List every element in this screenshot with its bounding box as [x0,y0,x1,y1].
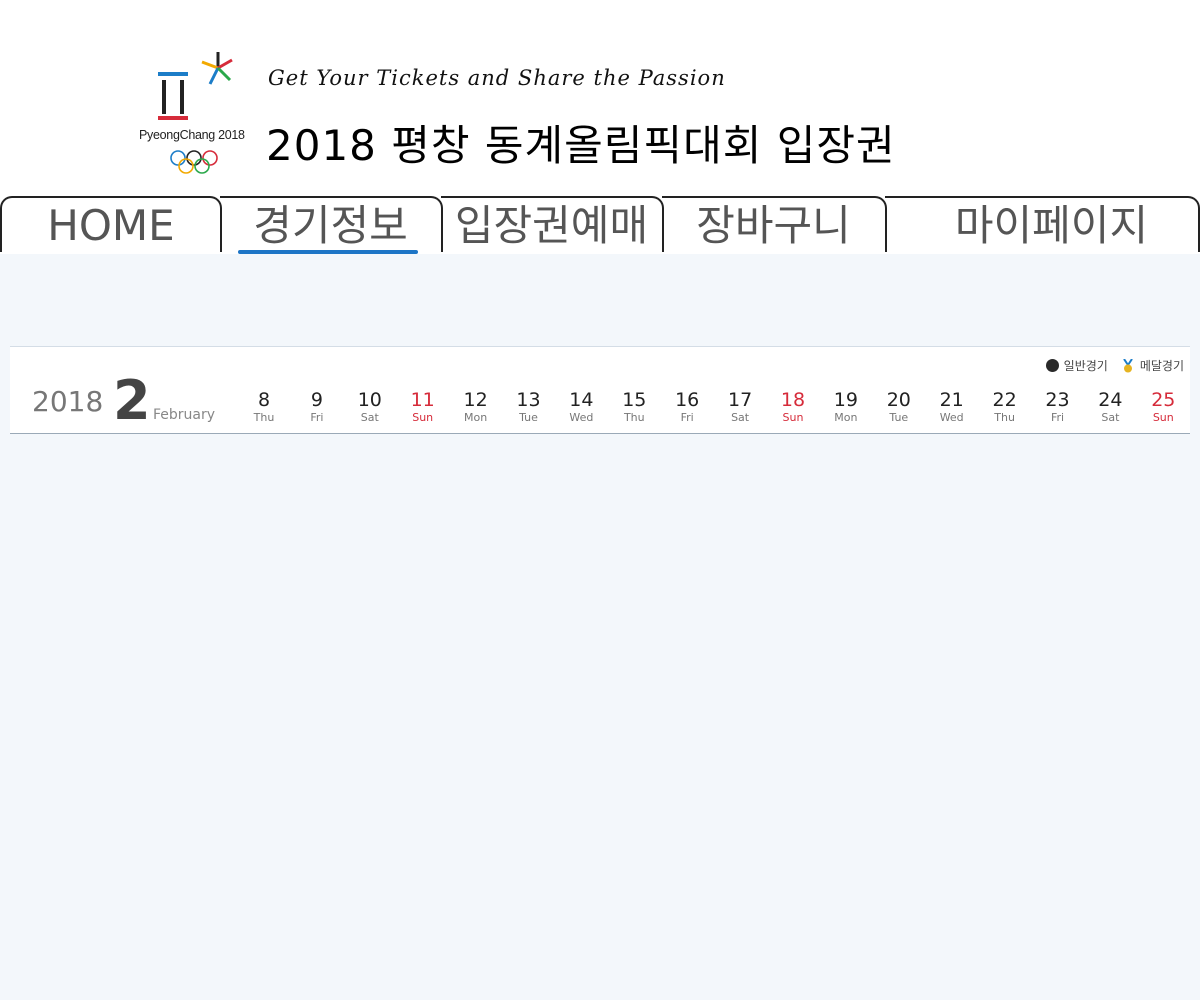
calendar-day-number: 15 [622,389,647,411]
main-nav: HOME 경기정보 입장권예매 장바구니 마이페이지 [0,196,1200,254]
calendar-day-weekday: Wed [939,411,964,424]
calendar-legend: 일반경기 메달경기 [1045,357,1184,374]
tab-mypage[interactable]: 마이페이지 [885,196,1200,252]
calendar-day[interactable]: 19 Mon [823,389,869,424]
calendar-day-weekday: Fri [680,411,694,424]
calendar-day-weekday: Fri [310,411,324,424]
calendar-day-weekday: Mon [463,411,488,424]
calendar-day-number: 17 [728,389,753,411]
calendar-day[interactable]: 21 Wed [929,389,975,424]
pyeongchang-logo[interactable] [136,46,260,182]
calendar-day-weekday: Thu [253,411,275,424]
schedule-calendar: 일반경기 메달경기 2018 2 February 8 Thu 9 Fri 10 Sat 11… [10,346,1190,434]
calendar-day-weekday: Mon [834,411,858,424]
calendar-month-number: 2 [113,369,151,432]
calendar-day-number: 19 [833,389,858,411]
tab-mypage-label: 마이페이지 [954,201,1149,250]
calendar-day-number: 14 [569,389,594,411]
tab-game-info[interactable]: 경기정보 [220,196,443,252]
calendar-day-number: 9 [310,389,323,411]
tab-cart-label: 장바구니 [696,201,851,250]
calendar-day[interactable]: 13 Tue [506,389,552,424]
calendar-day[interactable]: 17 Sat [717,389,763,424]
calendar-day-number: 11 [410,389,435,411]
calendar-day-number: 24 [1098,389,1123,411]
tab-ticket-booking[interactable]: 입장권예매 [441,196,664,252]
tab-cart[interactable]: 장바구니 [662,196,887,252]
calendar-day-weekday: Sat [1101,411,1120,424]
calendar-day[interactable]: 24 Sat [1087,389,1133,424]
legend-medal-label: 메달경기 [1139,359,1184,373]
medal-icon [1122,357,1134,373]
calendar-day-number: 21 [939,389,964,411]
calendar-day-weekday: Tue [519,411,538,424]
calendar-day-number: 10 [357,389,382,411]
general-event-dot-icon [1045,359,1059,372]
calendar-day[interactable]: 15 Thu [611,389,657,424]
calendar-day-weekday: Sun [412,411,434,424]
calendar-day-weekday: Thu [994,411,1015,424]
calendar-day[interactable]: 23 Fri [1035,389,1081,424]
calendar-day-number: 13 [516,389,541,411]
calendar-month-name: February [153,407,216,423]
tagline: Get Your Tickets and Share the Passion [268,66,726,90]
tab-game-info-label: 경기정보 [253,201,408,250]
calendar-day-number: 20 [886,389,911,411]
calendar-day-weekday: Thu [623,411,645,424]
calendar-day[interactable]: 14 Wed [558,389,604,424]
calendar-day-number: 16 [675,389,700,411]
calendar-day-weekday: Sun [782,411,804,424]
calendar-day[interactable]: 12 Mon [453,389,499,424]
calendar-day-number: 8 [257,389,271,411]
logo-text: PyeongChang 2018 [139,128,245,142]
calendar-day-number: 18 [780,389,806,411]
tab-home[interactable]: HOME [0,196,222,252]
calendar-day[interactable]: 25 Sun [1140,389,1186,424]
site-title: 2018 평창 동계올림픽대회 입장권 [266,121,896,170]
active-tab-indicator [238,250,418,254]
calendar-day-number: 22 [992,389,1017,411]
legend-general-label: 일반경기 [1063,359,1108,373]
calendar-day[interactable]: 16 Fri [664,389,710,424]
calendar-day-weekday: Sat [731,411,750,424]
calendar-day[interactable]: 22 Thu [982,389,1028,424]
calendar-day-number: 25 [1151,389,1176,411]
site-header: PyeongChang 2018 Get Your Tickets and Sh… [0,0,1200,196]
calendar-day[interactable]: 8 Thu [241,389,287,424]
calendar-day[interactable]: 10 Sat [347,389,393,424]
calendar-day[interactable]: 18 Sun [770,389,816,424]
pyeongchang-emblem-icon [158,52,233,174]
calendar-day[interactable]: 11 Sun [400,389,446,424]
calendar-year: 2018 [32,385,104,418]
calendar-day-number: 12 [463,389,488,411]
tab-home-label: HOME [47,201,175,250]
tab-ticket-booking-label: 입장권예매 [454,201,649,250]
calendar-day-weekday: Fri [1050,411,1065,424]
calendar-day-weekday: Tue [889,411,909,424]
calendar-day-weekday: Sat [360,411,379,424]
calendar-day-weekday: Wed [569,411,594,424]
calendar-day[interactable]: 20 Tue [876,389,922,424]
calendar-day-number: 23 [1045,389,1070,411]
calendar-day-weekday: Sun [1152,411,1174,424]
calendar-day[interactable]: 9 Fri [294,389,340,424]
